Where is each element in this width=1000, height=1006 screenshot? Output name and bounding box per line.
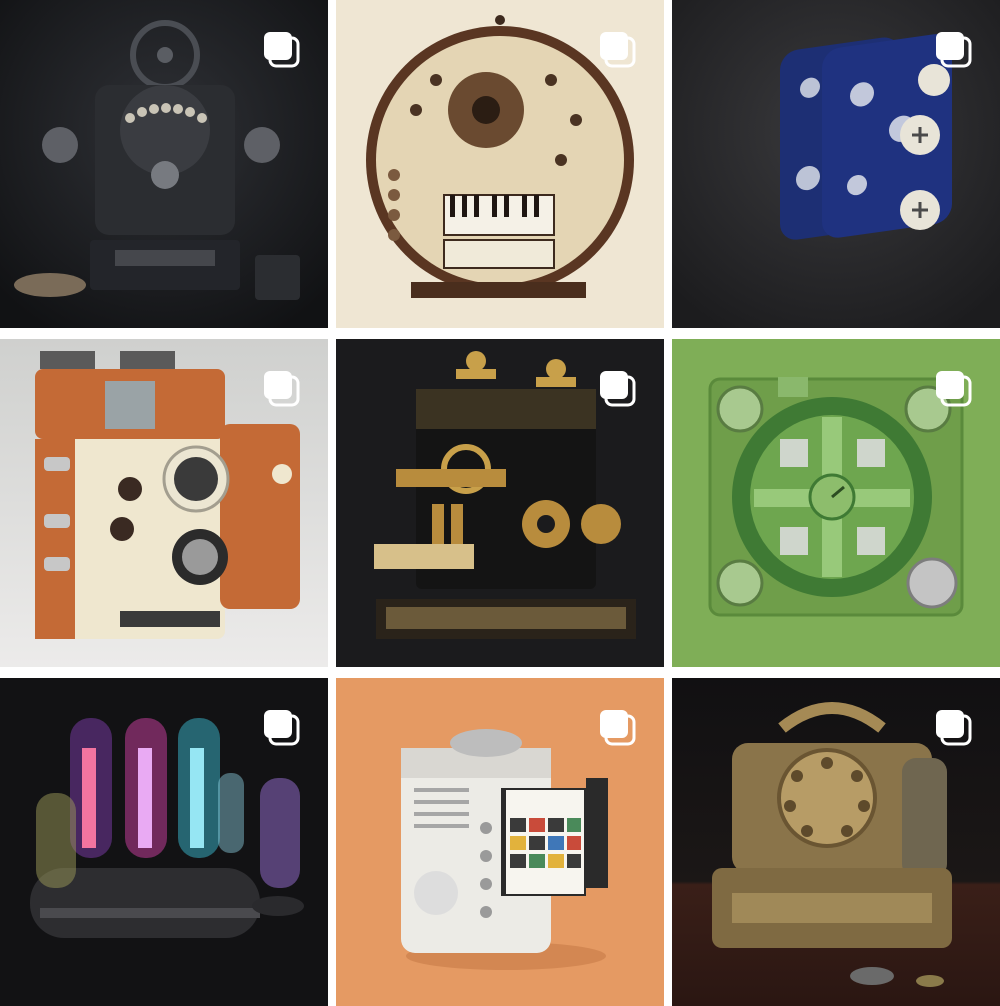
grid-tile-3[interactable]: [672, 0, 1000, 328]
grid-tile-2[interactable]: [336, 0, 664, 328]
multiple-images-icon: [934, 708, 974, 748]
grid-tile-5[interactable]: [336, 339, 664, 667]
image-grid: [0, 0, 1000, 1006]
grid-tile-7[interactable]: [0, 678, 328, 1006]
multiple-images-icon: [598, 30, 638, 70]
grid-tile-8[interactable]: [336, 678, 664, 1006]
grid-tile-6[interactable]: [672, 339, 1000, 667]
multiple-images-icon: [934, 369, 974, 409]
multiple-images-icon: [598, 369, 638, 409]
multiple-images-icon: [262, 30, 302, 70]
grid-tile-4[interactable]: [0, 339, 328, 667]
grid-tile-9[interactable]: [672, 678, 1000, 1006]
multiple-images-icon: [262, 708, 302, 748]
grid-tile-1[interactable]: [0, 0, 328, 328]
multiple-images-icon: [598, 708, 638, 748]
multiple-images-icon: [262, 369, 302, 409]
multiple-images-icon: [934, 30, 974, 70]
